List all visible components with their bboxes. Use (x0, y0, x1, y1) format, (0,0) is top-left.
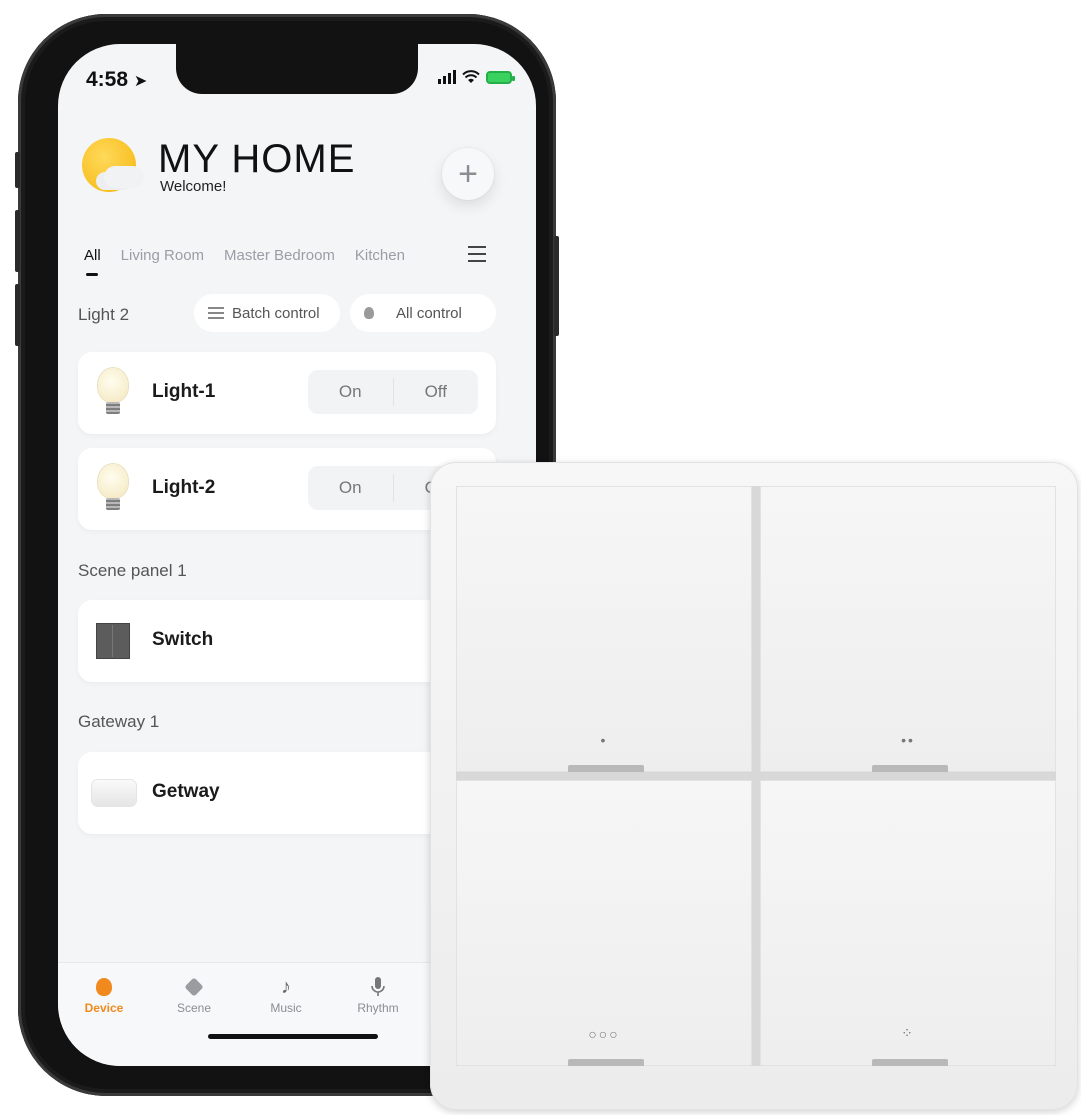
on-off-toggle: On Off (308, 370, 478, 414)
light-bulb-icon (96, 368, 130, 418)
wall-switch-panel: • •• ○○○ ⁘ (430, 462, 1078, 1110)
phone-volume-down-button (15, 284, 20, 346)
weather-icon (78, 136, 146, 198)
nav-label: Scene (176, 1001, 212, 1015)
on-button[interactable]: On (308, 466, 393, 510)
room-tabs: All Living Room Master Bedroom Kitchen (84, 247, 405, 276)
switch-key-2[interactable]: •• (760, 486, 1056, 772)
switch-key-4[interactable]: ⁘ (760, 780, 1056, 1066)
tab-kitchen[interactable]: Kitchen (355, 247, 405, 264)
switch-panel-icon (96, 623, 130, 659)
bulb-icon (364, 307, 374, 319)
key-mark: • (600, 732, 608, 748)
key-indicator (568, 1059, 644, 1066)
group-label-gateway: Gateway 1 (78, 712, 160, 731)
wifi-icon (462, 70, 480, 83)
phone-notch (176, 44, 418, 94)
wall-switch-key-area: • •• ○○○ ⁘ (456, 486, 1056, 1066)
welcome-text: Welcome! (160, 178, 227, 195)
nav-rhythm[interactable]: Rhythm (338, 973, 418, 1015)
key-mark: ⁘ (901, 1025, 915, 1041)
nav-label: Music (270, 1001, 302, 1015)
tab-living-room[interactable]: Living Room (121, 247, 204, 264)
light-bulb-icon (96, 464, 130, 514)
device-name: Light-1 (152, 381, 216, 402)
status-time-text: 4:58 (86, 68, 129, 91)
phone-power-button (554, 236, 559, 336)
key-indicator (872, 1059, 948, 1066)
list-icon (208, 307, 224, 319)
tab-master-bedroom[interactable]: Master Bedroom (224, 247, 335, 264)
battery-icon (486, 71, 515, 84)
on-button[interactable]: On (308, 370, 393, 414)
batch-control-button[interactable]: Batch control (194, 294, 340, 332)
nav-label: Device (84, 1001, 124, 1015)
location-arrow-icon: ➤ (133, 73, 148, 90)
key-indicator (568, 765, 644, 772)
group-label-scene: Scene panel 1 (78, 561, 187, 580)
microphone-icon (338, 973, 418, 1001)
page-title: MY HOME (158, 137, 356, 181)
add-device-button[interactable]: + (442, 148, 494, 200)
group-label-light: Light 2 (78, 305, 130, 324)
switch-key-1[interactable]: • (456, 486, 752, 772)
key-indicator (872, 765, 948, 772)
device-name: Light-2 (152, 477, 216, 498)
music-note-icon: ♪ (281, 975, 291, 998)
nav-label: Rhythm (357, 1001, 399, 1015)
tab-all[interactable]: All (84, 247, 101, 276)
cube-icon (184, 977, 204, 997)
device-card-light-1[interactable]: Light-1 On Off (78, 352, 496, 434)
all-control-button[interactable]: All control (350, 294, 496, 332)
off-button[interactable]: Off (394, 370, 479, 414)
switch-key-3[interactable]: ○○○ (456, 780, 752, 1066)
device-name: Getway (152, 781, 220, 802)
key-mark: ○○○ (588, 1026, 620, 1042)
nav-device[interactable]: Device (64, 973, 144, 1015)
all-control-label: All control (396, 304, 462, 322)
home-indicator[interactable] (208, 1034, 378, 1039)
status-icons (438, 70, 515, 84)
phone-volume-up-button (15, 210, 20, 272)
batch-control-label: Batch control (232, 304, 320, 322)
nav-music[interactable]: ♪ Music (246, 973, 326, 1016)
phone-side-button (15, 152, 20, 188)
device-name: Switch (152, 629, 214, 650)
cellular-signal-icon (438, 70, 456, 84)
cloud-icon (104, 166, 144, 188)
nav-scene[interactable]: Scene (154, 973, 234, 1015)
bulb-icon (96, 978, 112, 996)
status-time: 4:58 ➤ (86, 68, 147, 92)
key-mark: •• (901, 732, 915, 748)
menu-icon[interactable] (468, 246, 486, 267)
gateway-icon (92, 780, 136, 806)
